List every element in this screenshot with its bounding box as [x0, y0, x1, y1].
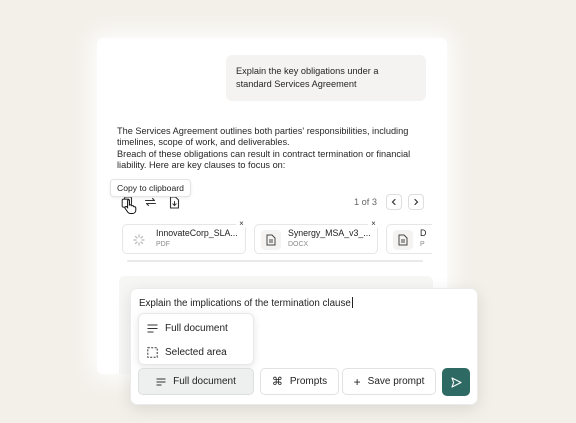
scope-button-label: Full document [173, 376, 236, 387]
attachment-type: PDF [156, 241, 170, 248]
assistant-line: The Services Agreement outlines both par… [117, 126, 409, 136]
attachment-card[interactable]: InnovateCorp_SLA... PDF [122, 224, 246, 254]
document-icon [261, 230, 281, 250]
chevron-right-icon [414, 198, 419, 206]
assistant-message: The Services Agreement outlines both par… [117, 126, 422, 171]
lines-icon [156, 378, 166, 385]
pager: 1 of 3 [354, 194, 424, 210]
pager-label: 1 of 3 [354, 197, 377, 207]
chevron-left-icon [391, 198, 396, 206]
menu-item-selected-area[interactable]: Selected area [147, 343, 227, 361]
attachment-name: InnovateCorp_SLA... [156, 228, 238, 238]
save-prompt-button-label: Save prompt [367, 376, 425, 387]
text-caret [351, 297, 353, 308]
document-icon [393, 230, 413, 250]
attachment-type: P [420, 241, 425, 248]
assistant-line: timelines, scope of work, and deliverabl… [117, 137, 290, 148]
next-page-button[interactable] [408, 194, 424, 210]
lines-icon [147, 323, 158, 333]
assistant-line: liability. Here are key clauses to focus… [117, 159, 286, 170]
attachments-row: InnovateCorp_SLA... PDF × Synergy_MSA_v3… [122, 218, 432, 256]
attachment-type: DOCX [288, 241, 309, 248]
prompts-button-label: Prompts [289, 376, 328, 387]
selection-icon [147, 346, 158, 358]
assistant-line: Breach of these obligations can result i… [117, 148, 411, 159]
scope-dropdown-menu: Full document Selected area [138, 313, 254, 365]
send-icon [450, 376, 462, 388]
prev-page-button[interactable] [386, 194, 402, 210]
user-message-text: Explain the key obligations under a stan… [236, 66, 379, 89]
hand-cursor-icon [124, 199, 137, 214]
prompt-input[interactable]: Explain the implications of the terminat… [139, 297, 353, 309]
attachment-card[interactable]: Synergy_MSA_v3_... DOCX [254, 224, 378, 254]
attachments-scrollbar[interactable] [127, 260, 423, 262]
save-prompt-button[interactable]: + Save prompt [342, 368, 436, 395]
menu-item-label: Selected area [165, 346, 227, 358]
loading-spinner-icon [129, 230, 149, 250]
user-message: Explain the key obligations under a stan… [226, 55, 426, 101]
send-button[interactable] [442, 368, 470, 396]
menu-item-full-document[interactable]: Full document [147, 319, 228, 337]
remove-attachment-button[interactable]: × [236, 218, 247, 229]
scope-button[interactable]: Full document [138, 368, 254, 395]
command-icon: ⌘ [271, 376, 283, 388]
plus-icon: + [353, 374, 361, 389]
prompt-input-text: Explain the implications of the terminat… [139, 298, 351, 309]
attachment-name: D [420, 228, 427, 238]
copy-tooltip: Copy to clipboard [110, 179, 191, 197]
remove-attachment-button[interactable]: × [368, 218, 379, 229]
attachment-card[interactable]: D P [386, 224, 432, 254]
tooltip-text: Copy to clipboard [117, 183, 184, 193]
attachment-name: Synergy_MSA_v3_... [288, 228, 371, 238]
prompts-button[interactable]: ⌘ Prompts [260, 368, 339, 395]
menu-item-label: Full document [165, 322, 228, 334]
